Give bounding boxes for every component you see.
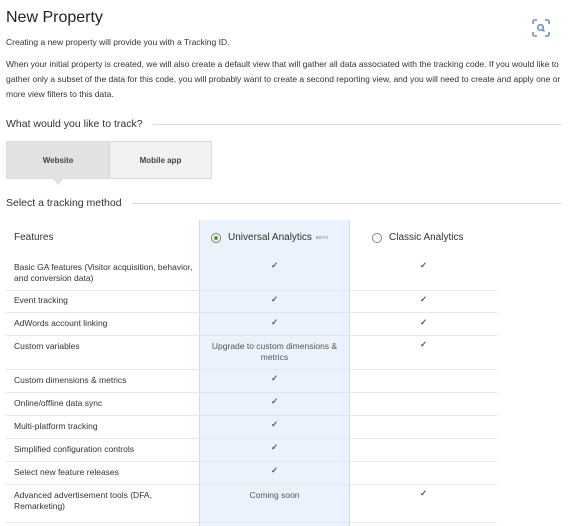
table-row: Basic GA features (Visitor acquisition, … (6, 253, 497, 291)
table-row: Simplified configuration controls ✓ (6, 438, 497, 462)
classic-check-icon: ✓ (419, 339, 428, 349)
universal-check-icon: ✓ (270, 396, 279, 406)
feature-label: Multi-platform tracking (14, 421, 98, 431)
divider (131, 202, 562, 204)
classic-analytics-option[interactable]: Classic Analytics (372, 232, 463, 243)
intro-text: Creating a new property will provide you… (6, 37, 230, 47)
universal-check-icon: ✓ (270, 260, 279, 270)
universal-label: Universal Analytics (228, 232, 312, 243)
universal-check-icon: ✓ (270, 442, 279, 452)
feature-label: Basic GA features (Visitor acquisition, … (14, 262, 193, 283)
table-row: Custom dimensions & metrics ✓ (6, 369, 497, 393)
universal-check-icon: ✓ (270, 419, 279, 429)
feature-label: Advanced advertisement tools (DFA, Remar… (14, 490, 152, 511)
beta-badge: BETA (315, 235, 329, 240)
table-row: Advanced advertisement tools (DFA, Remar… (6, 484, 497, 523)
track-section-heading: What would you like to track? (6, 118, 562, 130)
track-heading-label: What would you like to track? (6, 118, 143, 130)
feature-label: Custom variables (14, 341, 80, 351)
feature-label: Simplified configuration controls (14, 444, 135, 454)
universal-check-icon: ✓ (270, 465, 279, 475)
classic-radio[interactable] (372, 232, 382, 243)
website-option-button[interactable]: Website (7, 142, 110, 185)
universal-cell-text: Upgrade to custom dimensions & metrics (211, 341, 338, 362)
universal-check-icon: ✓ (270, 317, 279, 327)
universal-cell-text: Coming soon (249, 490, 300, 500)
classic-check-icon: ✓ (419, 260, 428, 270)
table-row: Multi-platform tracking ✓ (6, 415, 497, 439)
universal-check-icon: ✓ (270, 373, 279, 383)
universal-radio[interactable] (211, 232, 221, 243)
table-row: Custom variables Upgrade to custom dimen… (6, 335, 497, 370)
classic-check-icon: ✓ (419, 294, 428, 304)
mobile-app-option-button[interactable]: Mobile app (110, 142, 211, 178)
table-row: Event tracking ✓ ✓ (6, 290, 497, 313)
classic-label: Classic Analytics (389, 232, 464, 243)
universal-check-icon: ✓ (270, 294, 279, 304)
track-type-selector: Website Mobile app (6, 141, 212, 185)
table-row: Online/offline data sync ✓ (6, 392, 497, 416)
classic-check-icon: ✓ (419, 488, 428, 498)
method-heading-label: Select a tracking method (6, 197, 122, 209)
feature-label: AdWords account linking (14, 318, 108, 328)
feature-label: Select new feature releases (14, 467, 119, 477)
feature-label: Custom dimensions & metrics (14, 375, 127, 385)
feature-label: Online/offline data sync (14, 398, 103, 408)
lens-scan-icon[interactable] (531, 18, 551, 38)
universal-analytics-option[interactable]: Universal Analytics BETA (211, 232, 329, 243)
method-section-heading: Select a tracking method (6, 197, 562, 209)
page-title: New Property (6, 9, 103, 26)
divider (152, 123, 562, 125)
table-row: Select new feature releases ✓ (6, 461, 497, 485)
table-row: AdWords account linking ✓ ✓ (6, 312, 497, 336)
feature-label: Event tracking (14, 295, 68, 305)
intro-detail-text: When your initial property is created, w… (6, 59, 561, 99)
classic-check-icon: ✓ (419, 317, 428, 327)
features-column-header: Features (14, 232, 54, 243)
